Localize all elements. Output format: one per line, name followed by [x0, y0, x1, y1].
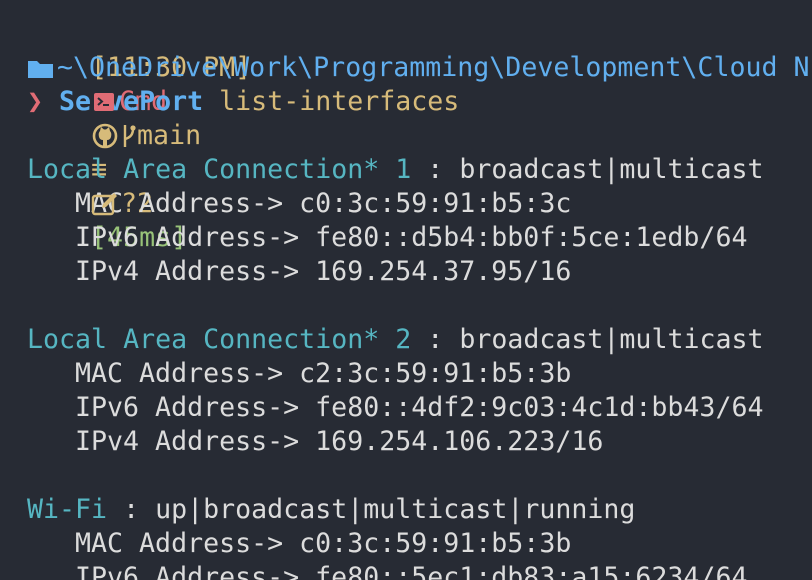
detail-value: 169.254.37.95/16: [315, 256, 572, 287]
ipv6-address-line: IPv6 Address-> fe80::4df2:9c03:4c1d:bb43…: [0, 391, 812, 425]
prompt-path-line: ~\OneDrive\Work\Programming\Development\…: [0, 51, 812, 85]
detail-label: IPv6 Address->: [75, 392, 316, 423]
detail-value: fe80::5ec1:db83:a15:6234/64: [315, 562, 748, 580]
github-icon: [91, 119, 121, 153]
detail-label: IPv6 Address->: [75, 562, 316, 580]
interface-name: Local Area Connection* 2: [27, 324, 412, 355]
interface-separator: :: [411, 154, 460, 185]
command-args: list-interfaces: [219, 86, 460, 117]
ipv4-address-line: IPv4 Address-> 169.254.106.223/16: [0, 425, 812, 459]
interface-name: Wi-Fi: [27, 494, 108, 525]
prompt-status-line: [11:30 PM] Cmd main ≡ ?2 [45ms]: [0, 17, 812, 253]
edit-icon: [91, 187, 121, 221]
detail-value: fe80::d5b4:bb0f:5ce:1edb/64: [315, 222, 748, 253]
interface-separator: :: [411, 324, 460, 355]
detail-label: MAC Address->: [75, 358, 300, 389]
command-name: ServePort: [59, 86, 204, 117]
current-path: ~\OneDrive\Work\Programming\Development\…: [57, 52, 810, 83]
interface-flags: broadcast|multicast: [459, 324, 764, 355]
command-line: ❯ ServePort list-interfaces: [0, 85, 812, 119]
git-branch-icon: [121, 119, 137, 153]
detail-value: 169.254.106.223/16: [315, 426, 604, 457]
interface-flags: up|broadcast|multicast|running: [155, 494, 636, 525]
terminal-window[interactable]: [11:30 PM] Cmd main ≡ ?2 [45ms] ~\OneDri…: [0, 0, 812, 580]
mac-address-line: MAC Address-> c0:3c:59:91:b5:3b: [0, 527, 812, 561]
prompt-char: ❯: [27, 86, 44, 117]
interface-separator: :: [107, 494, 156, 525]
detail-value: c2:3c:59:91:b5:3b: [299, 358, 572, 389]
folder-icon: [27, 51, 57, 85]
detail-label: MAC Address->: [75, 528, 300, 559]
detail-value: c0:3c:59:91:b5:3c: [299, 188, 572, 219]
mac-address-line: MAC Address-> c2:3c:59:91:b5:3b: [0, 357, 812, 391]
ipv6-address-line: IPv6 Address-> fe80::5ec1:db83:a15:6234/…: [0, 561, 812, 580]
detail-label: IPv4 Address->: [75, 426, 316, 457]
interface-header: Local Area Connection* 2 : broadcast|mul…: [0, 323, 812, 357]
interface-flags: broadcast|multicast: [459, 154, 764, 185]
detail-value: fe80::4df2:9c03:4c1d:bb43/64: [315, 392, 764, 423]
interface-header: Wi-Fi : up|broadcast|multicast|running: [0, 493, 812, 527]
interface-name: Local Area Connection* 1: [27, 154, 412, 185]
terminal-icon: [91, 85, 119, 119]
detail-value: c0:3c:59:91:b5:3b: [299, 528, 572, 559]
